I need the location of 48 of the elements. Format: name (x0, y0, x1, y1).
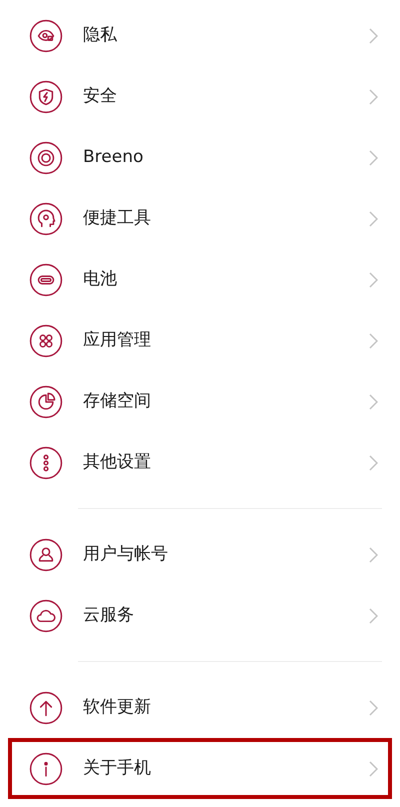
arrow-up-icon (29, 690, 63, 724)
rings-icon (29, 140, 63, 174)
settings-item[interactable]: 云服务 (8, 585, 392, 646)
chevron-right-icon (369, 150, 378, 166)
item-label: 用户与帐号 (83, 542, 169, 566)
apps-icon (29, 324, 63, 358)
chevron-right-icon (369, 332, 378, 348)
item-label: 云服务 (83, 604, 135, 627)
item-label: 安全 (83, 84, 118, 108)
info-icon (29, 752, 63, 786)
eye-icon (29, 18, 63, 52)
chevron-right-icon (369, 88, 378, 104)
chevron-right-icon (369, 700, 378, 716)
pie-chart-icon (29, 384, 63, 418)
settings-item[interactable]: 软件更新 (8, 677, 392, 738)
item-label: 软件更新 (83, 696, 152, 719)
settings-item[interactable]: 便捷工具 (8, 188, 392, 249)
settings-item[interactable]: 存储空间 (8, 371, 392, 432)
chevron-right-icon (369, 394, 378, 410)
item-label: Breeno (83, 146, 144, 169)
settings-item[interactable]: Breeno (8, 127, 392, 188)
item-label: 应用管理 (83, 328, 152, 352)
settings-item[interactable]: 应用管理 (8, 310, 392, 371)
battery-icon (29, 262, 63, 296)
item-label: 存储空间 (83, 390, 152, 413)
chevron-right-icon (369, 454, 378, 470)
chevron-right-icon (369, 28, 378, 44)
item-label: 电池 (83, 268, 118, 291)
chevron-right-icon (369, 210, 378, 226)
settings-item[interactable]: 用户与帐号 (8, 524, 392, 585)
settings-item[interactable]: 安全 (8, 66, 392, 127)
settings-item[interactable]: 电池 (8, 249, 392, 310)
chevron-right-icon (369, 608, 378, 624)
shield-icon (29, 80, 63, 114)
chevron-right-icon (369, 760, 378, 776)
item-label: 便捷工具 (83, 206, 152, 230)
settings-item[interactable]: 其他设置 (8, 432, 392, 493)
settings-item[interactable]: 隐私 (8, 5, 392, 66)
more-icon (29, 446, 63, 480)
item-label: 关于手机 (83, 756, 152, 780)
head-icon (29, 202, 63, 236)
user-icon (29, 538, 63, 572)
item-label: 其他设置 (83, 450, 152, 474)
item-label: 隐私 (83, 24, 118, 47)
settings-item[interactable]: 关于手机 (8, 738, 392, 799)
chevron-right-icon (369, 272, 378, 288)
chevron-right-icon (369, 546, 378, 562)
cloud-icon (29, 598, 63, 632)
